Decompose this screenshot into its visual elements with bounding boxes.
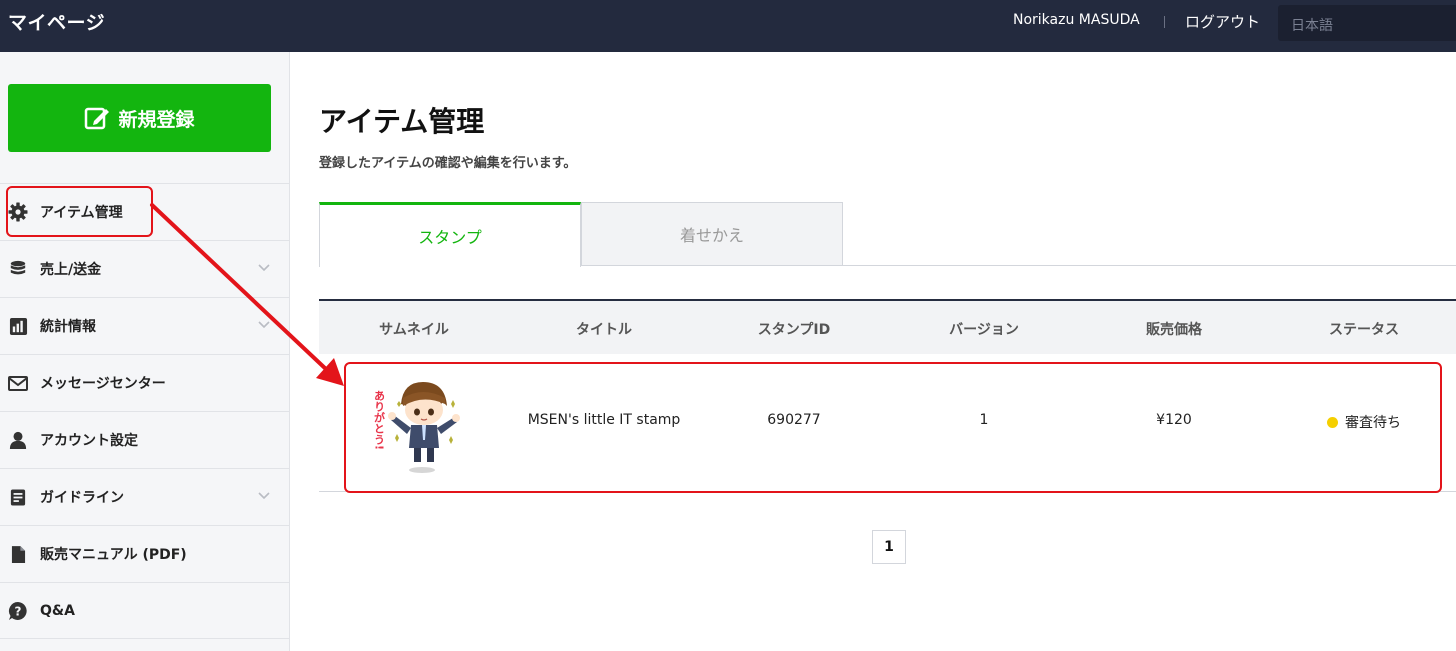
sidebar-item-label: メッセージセンター <box>40 376 166 392</box>
user-icon <box>8 430 28 450</box>
column-header-stamp-id: スタンプID <box>757 322 831 338</box>
sidebar-item-label: 統計情報 <box>40 319 96 335</box>
language-select[interactable]: 日本語 <box>1278 5 1456 41</box>
table-header: サムネイル タイトル スタンプID バージョン 販売価格 ステータス <box>319 299 1456 354</box>
sidebar-item-statistics[interactable]: 統計情報 <box>0 297 289 354</box>
chevron-down-icon[interactable] <box>257 491 271 501</box>
chevron-down-icon[interactable] <box>257 320 271 330</box>
sidebar-item-account-settings[interactable]: アカウント設定 <box>0 411 289 468</box>
sidebar-item-label: アカウント設定 <box>40 433 138 449</box>
top-header: マイページ Norikazu MASUDA ログアウト 日本語 <box>0 0 1456 52</box>
sidebar-item-label: 売上/送金 <box>40 262 102 278</box>
sidebar-item-sales[interactable]: 売上/送金 <box>0 240 289 297</box>
column-header-version: バージョン <box>949 322 1019 338</box>
column-header-price: 販売価格 <box>1146 322 1202 338</box>
sidebar-item-label: Q&A <box>40 602 75 619</box>
sidebar-item-label: ガイドライン <box>40 490 124 506</box>
svg-text:?: ? <box>15 604 22 618</box>
item-type-tabs: スタンプ 着せかえ <box>319 202 1456 267</box>
user-name[interactable]: Norikazu MASUDA <box>1013 12 1140 28</box>
tab-theme[interactable]: 着せかえ <box>581 202 843 266</box>
question-icon: ? <box>8 601 28 621</box>
sidebar-item-qa[interactable]: ? Q&A <box>0 582 289 639</box>
annotation-highlight-row <box>344 362 1442 493</box>
page-title: アイテム管理 <box>319 105 485 138</box>
bar-chart-icon <box>8 316 28 336</box>
envelope-icon <box>8 373 28 393</box>
pagination-page-button[interactable]: 1 <box>872 530 906 564</box>
header-divider <box>1164 16 1165 28</box>
document-icon <box>8 487 28 507</box>
logout-link[interactable]: ログアウト <box>1185 11 1260 32</box>
sidebar: 新規登録 アイテム管理 売上/送金 統計情報 メッセージセンター アカウント設定… <box>0 52 290 651</box>
tab-stamp[interactable]: スタンプ <box>319 202 581 267</box>
sidebar-nav: アイテム管理 売上/送金 統計情報 メッセージセンター アカウント設定 ガイドラ… <box>0 183 289 639</box>
brand-title[interactable]: マイページ <box>8 8 105 35</box>
column-header-status: ステータス <box>1329 322 1399 338</box>
annotation-highlight-sidebar <box>6 186 153 237</box>
new-registration-button[interactable]: 新規登録 <box>8 84 271 152</box>
file-icon <box>8 544 28 564</box>
edit-icon <box>84 105 110 131</box>
chevron-down-icon[interactable] <box>257 263 271 273</box>
sidebar-item-label: 販売マニュアル (PDF) <box>40 547 187 563</box>
sidebar-item-sales-manual[interactable]: 販売マニュアル (PDF) <box>0 525 289 582</box>
page-description: 登録したアイテムの確認や編集を行います。 <box>319 156 577 171</box>
column-header-thumbnail: サムネイル <box>379 322 449 338</box>
sidebar-item-guidelines[interactable]: ガイドライン <box>0 468 289 525</box>
sidebar-item-message-center[interactable]: メッセージセンター <box>0 354 289 411</box>
column-header-title: タイトル <box>576 322 632 338</box>
database-icon <box>8 259 28 279</box>
new-registration-label: 新規登録 <box>118 108 195 131</box>
